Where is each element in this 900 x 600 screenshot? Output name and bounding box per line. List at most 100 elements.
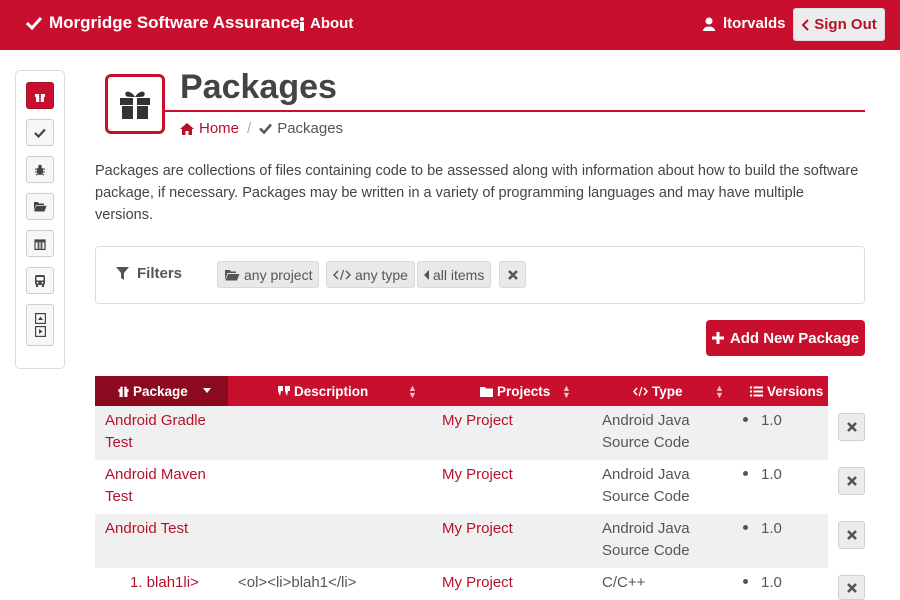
filter-icon xyxy=(116,267,129,280)
version-label: 1.0 xyxy=(761,466,782,483)
plus-icon xyxy=(711,332,724,344)
column-header-description[interactable]: Description xyxy=(278,376,423,406)
caret-down-icon xyxy=(203,388,211,393)
type-line1: Android Java xyxy=(602,412,690,429)
close-icon xyxy=(846,530,857,540)
sidebar-packages-button[interactable] xyxy=(26,82,54,109)
project-link[interactable]: My Project xyxy=(442,572,513,594)
version-item: 1.0 xyxy=(743,572,782,594)
delete-package-button[interactable] xyxy=(838,413,865,441)
add-new-package-button[interactable]: Add New Package xyxy=(706,320,865,356)
breadcrumb-home-link[interactable]: Home xyxy=(180,120,239,137)
breadcrumb: Home / Packages xyxy=(180,120,343,137)
column-header-package[interactable]: Package xyxy=(95,376,228,406)
package-type: Android Java Source Code xyxy=(602,410,690,454)
gift-icon xyxy=(120,91,150,119)
sign-out-label: Sign Out xyxy=(814,16,877,33)
sidebar xyxy=(15,70,65,369)
package-name-line2: Test xyxy=(105,434,133,451)
chevron-left-icon xyxy=(801,18,809,31)
type-line1: Android Java xyxy=(602,466,690,483)
code-icon xyxy=(633,386,648,396)
package-name-link[interactable]: Android Test xyxy=(105,518,265,540)
column-projects-label: Projects xyxy=(497,383,551,399)
packages-table: Package Description ▲ ▼ Projects ▲ ▼ Type … xyxy=(95,376,828,600)
close-icon xyxy=(846,582,857,593)
sort-icon: ▲ ▼ xyxy=(408,383,417,400)
package-name-link[interactable]: 1. blah1li> xyxy=(130,572,199,594)
type-line1: Android Java xyxy=(602,520,690,537)
version-label: 1.0 xyxy=(761,412,782,429)
project-filter-label: any project xyxy=(244,266,313,283)
package-name-line1: Android Gradle xyxy=(105,412,206,429)
sidebar-projects-button[interactable] xyxy=(26,193,54,220)
bus-icon xyxy=(35,275,45,287)
delete-package-button[interactable] xyxy=(838,575,865,600)
breadcrumb-current-label: Packages xyxy=(277,120,344,137)
checkmark-icon xyxy=(34,128,46,138)
type-filter-button[interactable]: any type xyxy=(326,261,415,288)
package-type: Android Java Source Code xyxy=(602,464,690,508)
user-icon xyxy=(703,17,715,31)
project-link[interactable]: My Project xyxy=(442,410,513,432)
sidebar-assessments-button[interactable] xyxy=(26,119,54,146)
caret-square-up-icon xyxy=(34,313,46,324)
close-icon xyxy=(846,476,857,486)
type-line2: Source Code xyxy=(602,434,690,451)
package-name-link[interactable]: Android Maven Test xyxy=(105,464,265,508)
version-label: 1.0 xyxy=(761,520,782,537)
sidebar-run-requests-button[interactable] xyxy=(26,267,54,294)
folder-open-icon xyxy=(225,269,240,280)
list-icon xyxy=(750,386,763,396)
filters-panel: Filters any project any type all items xyxy=(95,246,865,304)
page-description: Packages are collections of files contai… xyxy=(95,163,859,223)
checkmark-icon xyxy=(26,16,42,30)
gift-icon xyxy=(35,93,45,102)
clear-filters-button[interactable] xyxy=(499,261,526,288)
breadcrumb-separator: / xyxy=(247,120,252,137)
limit-filter-button[interactable]: all items xyxy=(417,261,492,288)
brand-link[interactable]: Morgridge Software Assurance xyxy=(26,13,300,33)
table-row: Android Gradle Test My Project Android Ja… xyxy=(95,406,828,460)
package-name-link[interactable]: Android Gradle Test xyxy=(105,410,265,454)
close-icon xyxy=(507,269,518,280)
filters-heading: Filters xyxy=(116,265,182,282)
breadcrumb-home-label: Home xyxy=(199,120,240,137)
type-filter-label: any type xyxy=(355,266,408,283)
column-header-versions[interactable]: Versions xyxy=(750,376,828,406)
version-item: 1.0 xyxy=(743,410,782,432)
brand-name: Morgridge Software Assurance xyxy=(49,13,300,32)
close-icon xyxy=(846,422,857,432)
filters-label: Filters xyxy=(137,265,183,282)
package-type: Android Java Source Code xyxy=(602,518,690,562)
bullet-icon xyxy=(743,578,748,584)
gift-icon xyxy=(118,386,129,397)
version-item: 1.0 xyxy=(743,518,782,540)
project-filter-button[interactable]: any project xyxy=(217,261,320,288)
info-icon xyxy=(300,16,304,31)
column-package-label: Package xyxy=(133,383,188,399)
type-line2: Source Code xyxy=(602,542,690,559)
about-label: About xyxy=(310,15,354,32)
table-row: Android Maven Test My Project Android Jav… xyxy=(95,460,828,514)
user-menu[interactable]: ltorvalds xyxy=(703,15,786,32)
version-item: 1.0 xyxy=(743,464,782,486)
bullet-icon xyxy=(743,524,748,530)
quote-icon xyxy=(278,386,290,396)
bullet-icon xyxy=(743,470,748,476)
sidebar-results-button[interactable] xyxy=(26,156,54,183)
sidebar-toggle-button[interactable] xyxy=(26,304,54,346)
project-link[interactable]: My Project xyxy=(442,464,513,486)
sort-icon: ▲ ▼ xyxy=(715,383,724,400)
about-link[interactable]: About xyxy=(299,15,353,32)
home-icon xyxy=(180,122,194,135)
delete-package-button[interactable] xyxy=(838,467,865,495)
limit-filter-label: all items xyxy=(433,266,485,283)
add-new-package-label: Add New Package xyxy=(729,329,860,347)
package-name-line1: Android Maven xyxy=(105,466,206,483)
project-link[interactable]: My Project xyxy=(442,518,513,540)
sign-out-button[interactable]: Sign Out xyxy=(793,8,885,41)
sidebar-events-button[interactable] xyxy=(26,230,54,257)
folder-open-icon xyxy=(34,202,47,212)
delete-package-button[interactable] xyxy=(838,521,865,549)
